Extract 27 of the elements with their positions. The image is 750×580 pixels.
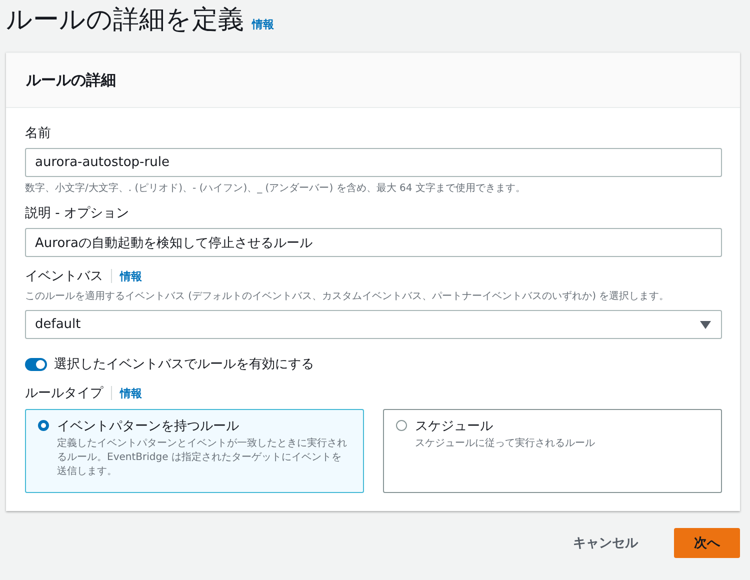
field-hint: 数字、小文字/大文字、. (ピリオド)、- (ハイフン)、_ (アンダーバー) を含め、最大 64 文字まで使用できます。 xyxy=(25,182,526,196)
option-title: イベントパターンを持つルール xyxy=(57,418,240,435)
name-field[interactable]: aurora-autostop-rule xyxy=(25,148,722,177)
field-label: ルールタイプ xyxy=(25,385,103,402)
radio-button[interactable] xyxy=(396,420,407,431)
toggle-label: 選択したイベントバスでルールを有効にする xyxy=(54,356,314,373)
option-title: スケジュール xyxy=(415,418,494,435)
toggle-switch[interactable] xyxy=(25,358,47,370)
field-label: 名前 xyxy=(25,125,52,142)
field-hint: このルールを適用するイベントバス (デフォルトのイベントバス、カスタムイベントバス、パートナーイベントバスのいずれか) を選択します。 xyxy=(25,290,670,304)
panel-title: ルールの詳細 xyxy=(26,70,116,90)
rule-type-option[interactable]: スケジュール スケジュールに従って実行されるルール xyxy=(383,409,722,493)
description-field[interactable]: Auroraの自動起動を検知して停止させるルール xyxy=(25,228,722,257)
field-label: 説明 - オプション xyxy=(25,205,130,222)
option-description: スケジュールに従って実行されるルール xyxy=(415,437,595,451)
radio-button[interactable] xyxy=(38,420,49,431)
info-link[interactable]: 情報 xyxy=(120,386,142,400)
page-title: ルールの詳細を定義 xyxy=(6,4,244,37)
next-button[interactable]: 次へ xyxy=(674,528,740,558)
caret-icon xyxy=(700,320,711,328)
option-description: 定義したイベントパターンとイベントが一致したときに実行されるルール。EventBridge は指定されたターゲットにイベントを送信します。 xyxy=(57,437,348,479)
info-link[interactable]: 情報 xyxy=(252,17,274,32)
field-label: イベントバス xyxy=(25,268,103,285)
cancel-button[interactable]: キャンセル xyxy=(561,528,650,558)
rule-type-option[interactable]: イベントパターンを持つルール 定義したイベントパターンとイベントが一致したときに実行されるルール。EventBridge は指定されたターゲットにイベントを送信します。 xyxy=(25,409,364,493)
event-bus-dropdown[interactable]: default xyxy=(25,310,722,339)
info-link[interactable]: 情報 xyxy=(120,268,142,284)
